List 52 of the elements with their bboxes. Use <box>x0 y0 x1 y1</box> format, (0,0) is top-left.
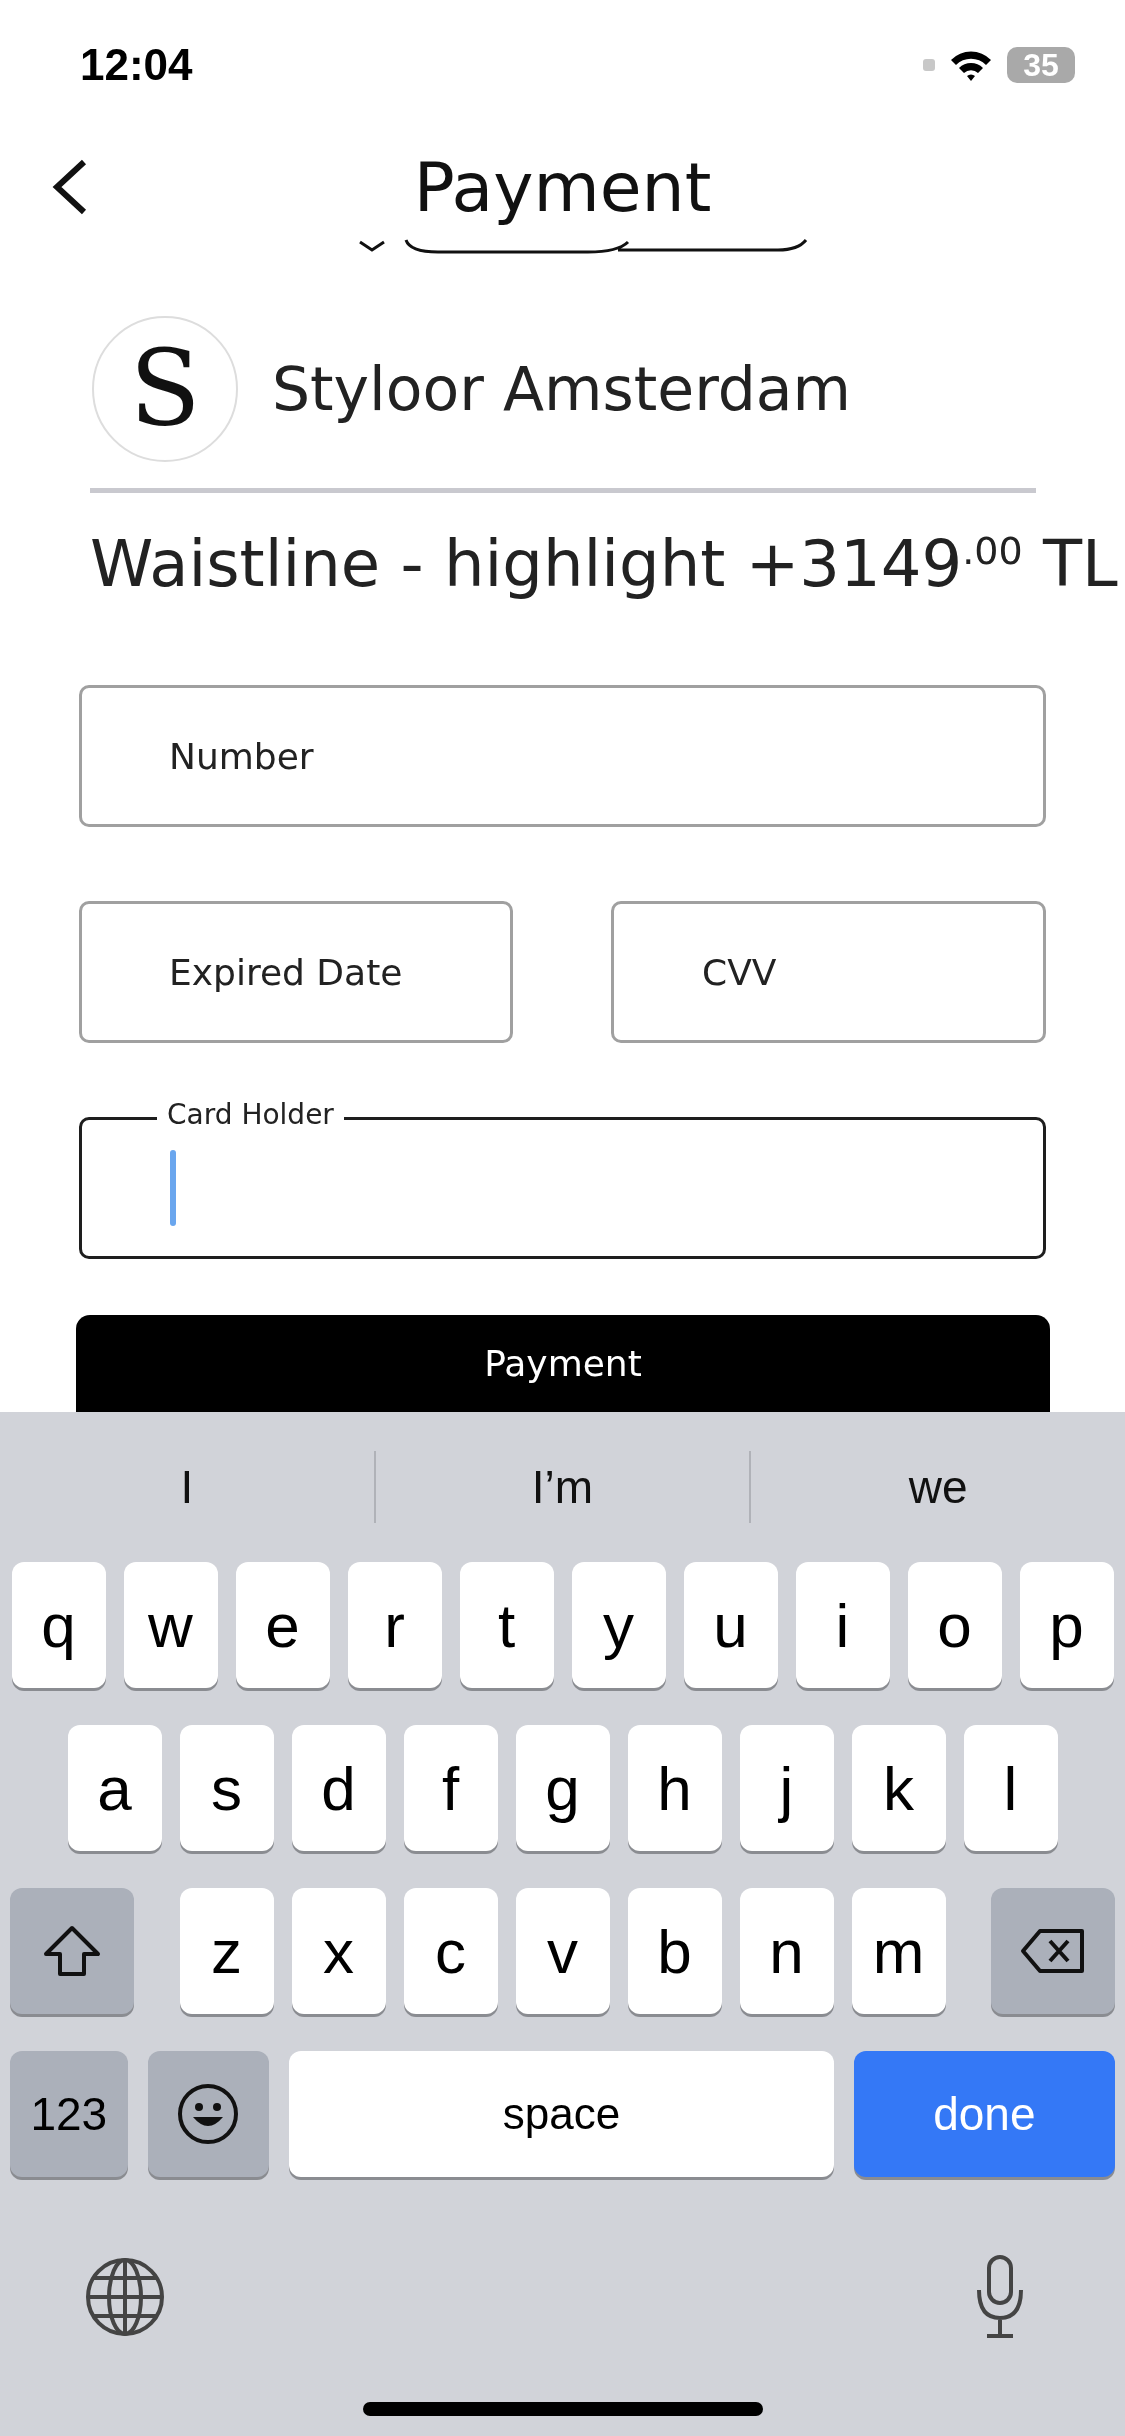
keyboard-key[interactable]: t <box>459 1562 554 1688</box>
emoji-key[interactable] <box>147 2051 270 2177</box>
keyboard-key[interactable]: u <box>683 1562 778 1688</box>
status-time: 12:04 <box>80 40 193 90</box>
keyboard-key[interactable]: n <box>739 1888 834 2014</box>
keyboard-key[interactable]: x <box>291 1888 386 2014</box>
keyboard-key[interactable]: r <box>347 1562 442 1688</box>
done-key[interactable]: done <box>853 2051 1115 2177</box>
keyboard-key[interactable]: f <box>403 1725 498 1851</box>
store-name: Styloor Amsterdam <box>272 354 852 424</box>
shift-icon <box>42 1924 102 1978</box>
microphone-icon[interactable] <box>975 2254 1025 2340</box>
keyboard-key[interactable]: k <box>851 1725 946 1851</box>
space-key[interactable]: space <box>289 2051 834 2177</box>
battery-icon: 35 <box>1007 47 1075 83</box>
keyboard-key[interactable]: c <box>403 1888 498 2014</box>
keyboard-key[interactable]: q <box>11 1562 106 1688</box>
product-price-line: Waistline - highlight +3149$^{.00}$ TL <box>90 527 1119 601</box>
keyboard-key[interactable]: o <box>907 1562 1002 1688</box>
keyboard-key[interactable]: j <box>739 1725 834 1851</box>
keyboard-key[interactable]: p <box>1019 1562 1114 1688</box>
input-field[interactable]: Number <box>79 685 1046 827</box>
shift-key[interactable] <box>10 1888 134 2014</box>
keyboard-key[interactable]: h <box>627 1725 722 1851</box>
keyboard-key[interactable]: i <box>795 1562 890 1688</box>
keyboard-key[interactable]: b <box>627 1888 722 2014</box>
keyboard-key[interactable]: s <box>179 1725 274 1851</box>
keyboard-key[interactable]: d <box>291 1725 386 1851</box>
input-field[interactable]: Card Holder <box>79 1095 1046 1259</box>
keyboard-key[interactable]: a <box>67 1725 162 1851</box>
globe-icon[interactable] <box>84 2256 166 2338</box>
keyboard-key[interactable]: y <box>571 1562 666 1688</box>
suggestion-item[interactable]: I <box>0 1460 374 1514</box>
keyboard-key[interactable]: v <box>515 1888 610 2014</box>
keyboard-key[interactable]: e <box>235 1562 330 1688</box>
back-icon[interactable] <box>52 159 88 215</box>
suggestion-item[interactable]: we <box>751 1460 1125 1514</box>
keyboard-key[interactable]: w <box>123 1562 218 1688</box>
keyboard-key[interactable]: z <box>179 1888 274 2014</box>
keyboard-key[interactable]: g <box>515 1725 610 1851</box>
page-title: Payment <box>413 147 712 227</box>
input-field[interactable]: Expired Date <box>79 901 513 1043</box>
delete-icon <box>1020 1928 1086 1974</box>
store-logo: S <box>92 316 238 462</box>
delete-key[interactable] <box>991 1888 1115 2014</box>
numbers-key[interactable]: 123 <box>10 2051 128 2177</box>
input-field[interactable]: CVV <box>611 901 1046 1043</box>
emoji-icon <box>177 2083 240 2145</box>
keyboard-key[interactable]: l <box>963 1725 1058 1851</box>
suggestion-item[interactable]: I’m <box>375 1460 750 1514</box>
payment-button[interactable]: Payment <box>76 1315 1050 1412</box>
keyboard-key[interactable]: m <box>851 1888 946 2014</box>
